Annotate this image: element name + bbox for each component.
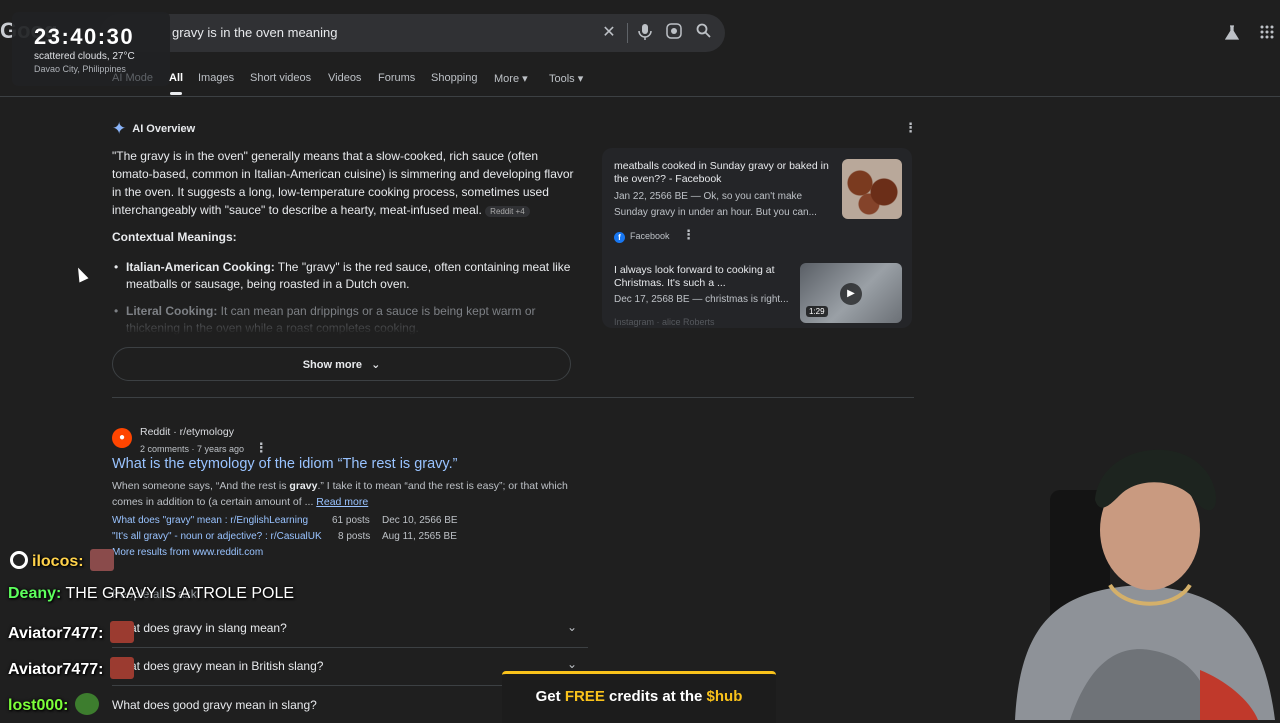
- emote-icon: [74, 693, 99, 715]
- reddit-icon: ●: [112, 428, 132, 448]
- result-snippet: When someone says, “And the rest is grav…: [112, 478, 572, 510]
- result-sub: 2 comments · 7 years ago ⋮: [140, 440, 268, 456]
- contextual-meanings-heading: Contextual Meanings:: [112, 230, 237, 244]
- card-menu-icon[interactable]: ⋮: [682, 227, 695, 242]
- chat-message: ilocos:: [0, 549, 116, 571]
- source-card-meta: Dec 17, 2568 BE — christmas is right...: [614, 294, 789, 305]
- source-card-source: Instagram · alice Roberts: [614, 317, 715, 327]
- paa-question[interactable]: What does gravy in slang mean?: [112, 621, 588, 635]
- chat-username: ilocos:: [32, 553, 84, 570]
- tab-all[interactable]: All: [169, 72, 183, 84]
- tab-forums[interactable]: Forums: [378, 72, 415, 84]
- tab-short-videos[interactable]: Short videos: [250, 72, 311, 84]
- chat-username: Aviator7477:: [8, 661, 104, 678]
- chat-username: Aviator7477:: [8, 625, 104, 642]
- play-icon[interactable]: ▶: [840, 283, 862, 305]
- emote-icon: [90, 549, 115, 571]
- search-bar[interactable]: gravy is in the oven meaning ✕: [100, 14, 725, 52]
- chevron-down-icon[interactable]: ⌄: [567, 620, 577, 634]
- sitelink-text[interactable]: What does "gravy" mean : r/EnglishLearni…: [112, 515, 308, 526]
- snippet-bold: gravy: [289, 480, 318, 492]
- sitelink-posts: 61 posts: [332, 515, 370, 526]
- active-tab-indicator: [170, 92, 182, 95]
- sitelink[interactable]: "It's all gravy" - noun or adjective? : …: [112, 531, 322, 542]
- ai-overview-paragraph: "The gravy is in the oven" generally mea…: [112, 147, 582, 221]
- result-menu-icon[interactable]: ⋮: [255, 440, 268, 455]
- bullet-item: • Italian-American Cooking: The "gravy" …: [114, 259, 576, 293]
- chat-message: Aviator7477:: [8, 657, 136, 679]
- search-input[interactable]: gravy is in the oven meaning: [172, 25, 337, 40]
- source-chip[interactable]: Reddit +4: [485, 206, 530, 217]
- lens-icon[interactable]: [664, 23, 684, 43]
- facebook-icon: f: [614, 232, 625, 243]
- sitelink-posts: 8 posts: [338, 531, 371, 542]
- source-card-meta: Jan 22, 2566 BE — Ok, so you can't make …: [614, 191, 817, 218]
- tab-videos[interactable]: Videos: [328, 72, 361, 84]
- paa-divider: [112, 647, 588, 648]
- meatballs-thumbnail[interactable]: [842, 159, 902, 219]
- snippet-text: When someone says, “And the rest is: [112, 480, 290, 492]
- sitelink-date: Aug 11, 2565 BE: [382, 531, 457, 542]
- show-more-button[interactable]: Show more ⌄: [112, 347, 571, 381]
- chat-username: Deany:: [8, 585, 62, 602]
- apps-grid-icon[interactable]: [1258, 25, 1276, 43]
- labs-flask-icon[interactable]: [1223, 25, 1241, 43]
- tab-ai-mode[interactable]: AI Mode: [112, 72, 153, 84]
- chat-text: THE GRAVY IS A TROLE POLE: [65, 585, 295, 602]
- result-title-link[interactable]: What is the etymology of the idiom “The …: [112, 456, 457, 472]
- ai-overview-menu-icon[interactable]: ⋮: [904, 120, 917, 136]
- emote-icon: [109, 621, 134, 643]
- ai-sources-panel: meatballs cooked in Sunday gravy or bake…: [602, 148, 912, 328]
- banner-highlight: FREE: [564, 688, 605, 705]
- chat-message: Aviator7477:: [8, 621, 136, 643]
- search-separator: [627, 23, 628, 43]
- tab-tools[interactable]: Tools ▾: [549, 72, 583, 85]
- read-more-link[interactable]: Read more: [316, 496, 368, 508]
- result-site[interactable]: Reddit · r/etymology: [140, 426, 234, 438]
- chat-message: Deany: THE GRAVY IS A TROLE POLE: [8, 585, 294, 603]
- sitelink-text[interactable]: "It's all gravy" - noun or adjective? : …: [112, 531, 322, 542]
- clear-icon[interactable]: ✕: [599, 23, 619, 43]
- source-card-source: f Facebook ⋮: [614, 227, 695, 243]
- clock-time: 23:40:30: [34, 24, 135, 49]
- sparkle-icon: ✦: [112, 119, 127, 138]
- fade-overlay: [112, 315, 582, 335]
- sitelink[interactable]: What does "gravy" mean : r/EnglishLearni…: [112, 515, 308, 526]
- more-results-link[interactable]: More results from www.reddit.com: [112, 547, 263, 558]
- video-duration: 1:29: [806, 306, 828, 317]
- source-card-title[interactable]: I always look forward to cooking at Chri…: [614, 264, 794, 290]
- video-thumbnail[interactable]: ▶ 1:29: [800, 263, 902, 323]
- tab-more[interactable]: More ▾: [494, 72, 528, 85]
- source-name: Facebook: [630, 231, 670, 241]
- bullet-dot: •: [114, 260, 119, 274]
- promo-banner[interactable]: Get FREE credits at the $hub: [502, 671, 776, 723]
- ai-overview-title: AI Overview: [132, 123, 196, 135]
- ai-overview-heading: ✦ AI Overview: [112, 119, 195, 139]
- webcam-feed: [1000, 420, 1280, 720]
- sitelink-date: Dec 10, 2566 BE: [382, 515, 458, 526]
- chat-badge-icon: [10, 551, 28, 569]
- bullet-lead: Italian-American Cooking:: [126, 260, 275, 274]
- banner-text: Get: [535, 688, 565, 705]
- chat-message: lost000:: [8, 693, 101, 715]
- section-divider: [112, 397, 914, 398]
- clock-weather: scattered clouds, 27°C: [34, 51, 135, 62]
- show-more-label: Show more: [302, 359, 362, 371]
- source-card-title[interactable]: meatballs cooked in Sunday gravy or bake…: [614, 160, 834, 186]
- banner-brand: $hub: [706, 688, 743, 705]
- mouse-cursor: [73, 265, 89, 283]
- emote-icon: [109, 657, 134, 679]
- search-icon[interactable]: [693, 23, 713, 43]
- microphone-icon[interactable]: [635, 23, 655, 43]
- chevron-down-icon[interactable]: ⌄: [567, 657, 577, 671]
- result-sub-text: 2 comments · 7 years ago: [140, 444, 245, 454]
- tab-shopping[interactable]: Shopping: [431, 72, 478, 84]
- chevron-down-icon: ⌄: [371, 359, 381, 371]
- chat-username: lost000:: [8, 697, 69, 714]
- banner-text: credits at the: [604, 688, 707, 705]
- tab-images[interactable]: Images: [198, 72, 234, 84]
